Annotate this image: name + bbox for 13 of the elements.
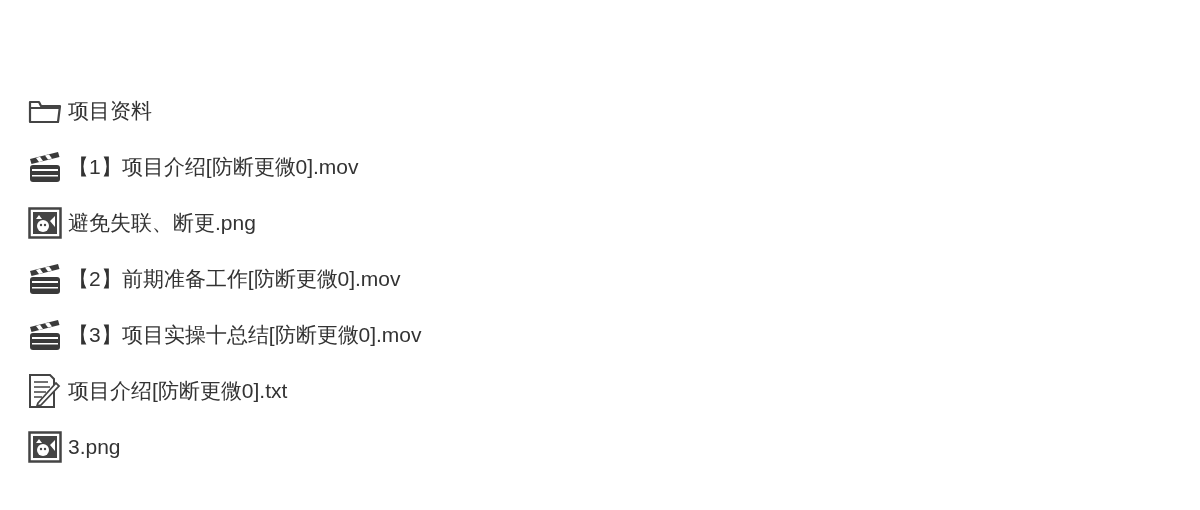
file-name[interactable]: 避免失联、断更.png (68, 206, 256, 239)
file-name[interactable]: 项目介绍[防断更微0].txt (68, 374, 288, 407)
file-name[interactable]: 3.png (68, 430, 121, 463)
clapperboard-icon (28, 261, 62, 296)
image-file-icon (28, 430, 62, 463)
file-name[interactable]: 【1】项目介绍[防断更微0].mov (68, 150, 359, 183)
clapperboard-icon (28, 317, 62, 352)
document-pencil-icon (28, 372, 62, 409)
image-file-icon (28, 206, 62, 239)
file-name[interactable]: 【3】项目实操十总结[防断更微0].mov (68, 318, 422, 351)
clapperboard-icon (28, 149, 62, 184)
file-name[interactable]: 【2】前期准备工作[防断更微0].mov (68, 262, 401, 295)
file-name[interactable]: 项目资料 (68, 94, 152, 127)
